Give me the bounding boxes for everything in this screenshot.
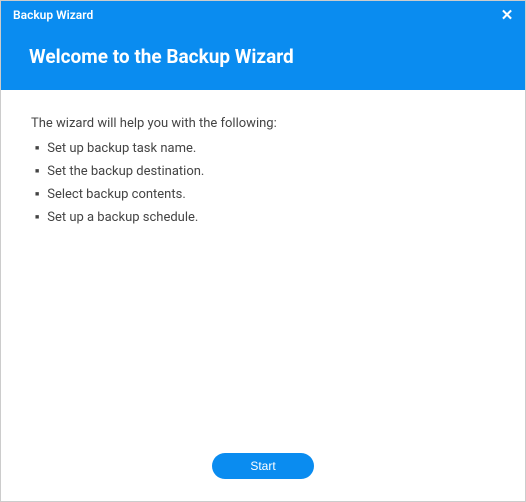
wizard-window: Backup Wizard ✕ Welcome to the Backup Wi… <box>0 0 526 502</box>
window-title: Backup Wizard <box>11 8 93 22</box>
header-banner: Welcome to the Backup Wizard <box>1 29 525 90</box>
footer: Start <box>1 437 525 501</box>
list-item: Set the backup destination. <box>35 164 495 179</box>
list-item: Select backup contents. <box>35 187 495 202</box>
start-button[interactable]: Start <box>212 453 313 479</box>
intro-text: The wizard will help you with the follow… <box>31 116 495 131</box>
page-title: Welcome to the Backup Wizard <box>29 45 497 68</box>
content-area: The wizard will help you with the follow… <box>1 90 525 437</box>
list-item: Set up a backup schedule. <box>35 210 495 225</box>
titlebar: Backup Wizard ✕ <box>1 1 525 29</box>
list-item: Set up backup task name. <box>35 141 495 156</box>
close-icon[interactable]: ✕ <box>499 7 515 23</box>
steps-list: Set up backup task name. Set the backup … <box>31 141 495 225</box>
